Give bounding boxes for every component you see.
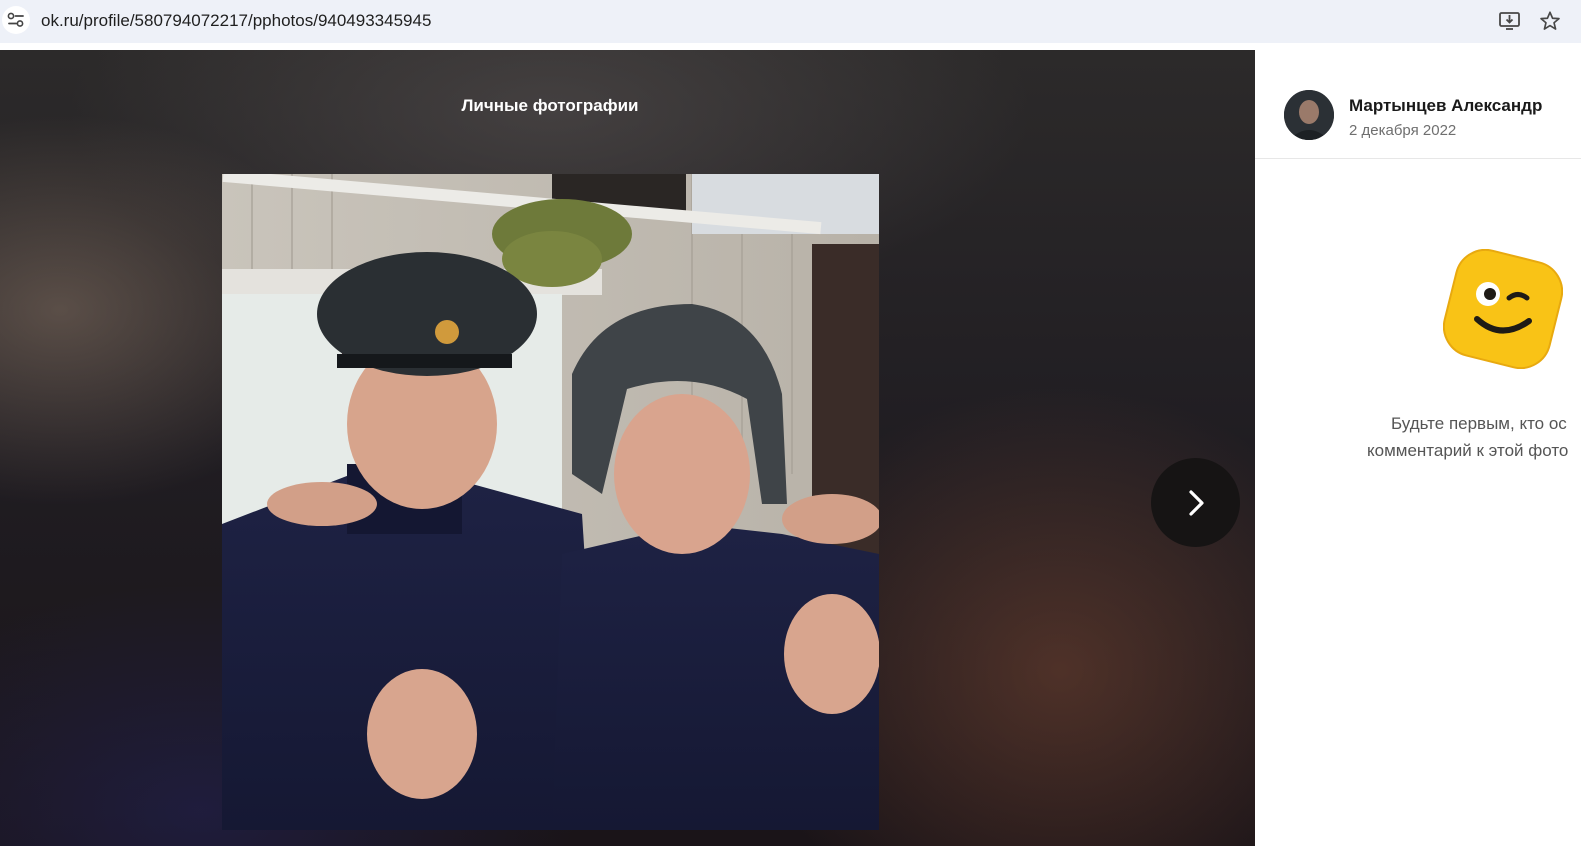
author-header: Мартынцев Александр 2 декабря 2022 [1255,50,1581,159]
album-title: Личные фотографии [461,96,639,115]
photo-image[interactable] [222,174,879,830]
empty-comments-line-2: комментарий к этой фото [1367,441,1569,460]
avatar[interactable] [1284,90,1334,140]
wink-smiley-icon [1443,249,1563,369]
site-info-icon [7,12,24,27]
post-date: 2 декабря 2022 [1349,122,1457,139]
bookmark-star-icon[interactable] [1539,10,1561,32]
photo-viewer: Личные фотографии [0,50,1255,846]
toolbar-separator [0,43,1581,50]
site-info-button[interactable] [2,6,30,34]
browser-address-bar: ok.ru/profile/580794072217/pphotos/94049… [0,0,1581,43]
url-text[interactable]: ok.ru/profile/580794072217/pphotos/94049… [41,11,431,31]
next-photo-button[interactable] [1151,458,1240,547]
chevron-right-icon [1189,490,1204,516]
empty-comments-line-1: Будьте первым, кто ос [1391,414,1567,433]
author-name[interactable]: Мартынцев Александр [1349,96,1542,116]
comments-panel: Мартынцев Александр 2 декабря 2022 Будьт… [1255,50,1581,846]
install-app-icon[interactable] [1498,10,1522,32]
